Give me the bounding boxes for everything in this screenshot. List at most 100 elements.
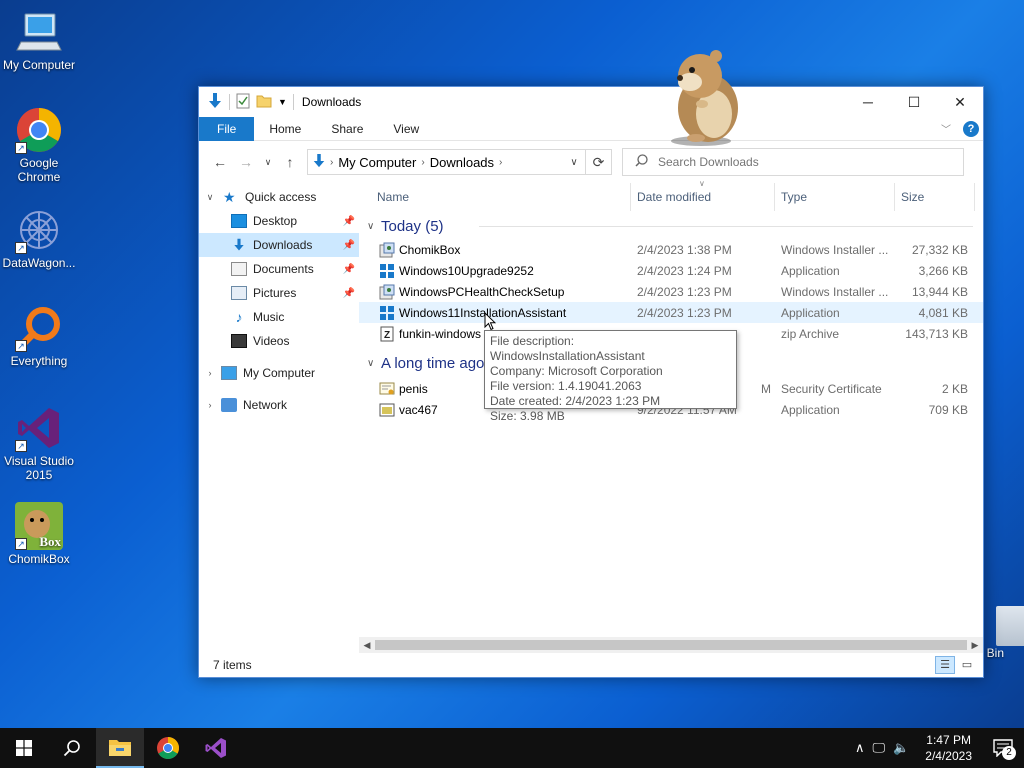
nav-downloads[interactable]: Downloads 📌 — [199, 233, 359, 257]
breadcrumb-separator[interactable]: › — [499, 157, 502, 168]
address-row: ← → ∨ ↑ › My Computer › Downloads › ∨ ⟳ — [199, 141, 983, 183]
collapse-chevron-icon[interactable]: ∨ — [203, 192, 217, 203]
up-button[interactable]: ↑ — [279, 154, 301, 170]
desktop-icon-visual-studio[interactable]: ↗ Visual Studio 2015 — [0, 404, 78, 482]
nav-pictures[interactable]: Pictures 📌 — [199, 281, 359, 305]
file-info-tooltip: File description: WindowsInstallationAss… — [484, 330, 737, 423]
close-button[interactable]: ✕ — [937, 87, 983, 117]
action-center-button[interactable]: 2 — [988, 733, 1018, 763]
back-button[interactable]: ← — [209, 154, 231, 170]
search-button[interactable] — [48, 728, 96, 768]
volume-icon[interactable]: 🔈 — [893, 740, 909, 756]
minimize-button[interactable]: ─ — [845, 87, 891, 117]
file-date: 2/4/2023 1:38 PM — [637, 242, 732, 257]
computer-icon — [221, 366, 237, 380]
file-row[interactable]: WindowsPCHealthCheckSetup 2/4/2023 1:23 … — [359, 281, 983, 302]
expand-ribbon-icon[interactable]: ﹀ — [941, 121, 951, 136]
breadcrumb-separator[interactable]: › — [421, 157, 424, 168]
nav-quick-access[interactable]: ∨ ★ Quick access — [199, 185, 359, 209]
recent-locations-dropdown[interactable]: ∨ — [261, 157, 275, 168]
file-type: zip Archive — [781, 326, 840, 341]
address-dropdown-icon[interactable]: ∨ — [563, 157, 585, 168]
taskbar-visual-studio[interactable] — [192, 728, 240, 768]
horizontal-scrollbar[interactable]: ◀ ▶ — [359, 637, 983, 653]
nav-desktop[interactable]: Desktop 📌 — [199, 209, 359, 233]
nav-label: Network — [243, 398, 288, 412]
show-hidden-icons-chevron-icon[interactable]: ∧ — [855, 740, 865, 756]
pin-icon[interactable]: 📌 — [343, 288, 355, 299]
properties-icon[interactable] — [236, 93, 250, 112]
nav-music[interactable]: ♪ Music — [199, 305, 359, 329]
pin-icon[interactable]: 📌 — [343, 264, 355, 275]
nav-videos[interactable]: Videos — [199, 329, 359, 353]
help-icon[interactable]: ? — [963, 120, 979, 137]
tab-share[interactable]: Share — [316, 117, 378, 141]
item-count: 7 items — [213, 658, 252, 672]
nav-network[interactable]: › Network — [199, 393, 359, 417]
network-icon[interactable]: 🖵 — [873, 740, 886, 756]
expand-chevron-icon[interactable]: › — [203, 400, 217, 410]
desktop-icon-my-computer[interactable]: My Computer — [0, 8, 78, 72]
expand-chevron-icon[interactable]: › — [203, 368, 217, 378]
desktop-icon-everything[interactable]: ↗ Everything — [0, 304, 78, 368]
maximize-button[interactable]: ☐ — [891, 87, 937, 117]
forward-button[interactable]: → — [235, 154, 257, 170]
column-header-name[interactable]: Name — [359, 183, 631, 211]
pin-icon[interactable]: 📌 — [343, 240, 355, 251]
taskbar-file-explorer[interactable] — [96, 728, 144, 768]
desktop-icon-google-chrome[interactable]: ↗ Google Chrome — [0, 106, 78, 184]
nav-my-computer[interactable]: › My Computer — [199, 361, 359, 385]
nav-label: Pictures — [253, 286, 297, 300]
breadcrumb-my-computer[interactable]: My Computer — [338, 155, 416, 170]
datawagon-icon: ↗ — [15, 206, 63, 254]
breadcrumb-downloads[interactable]: Downloads — [430, 155, 494, 170]
music-folder-icon: ♪ — [235, 309, 243, 325]
hamster-desktop-pet-icon[interactable] — [656, 46, 746, 149]
details-view-button[interactable]: ☰ — [935, 656, 955, 674]
zip-archive-icon: Z — [379, 326, 395, 342]
desktop-icon-datawagon[interactable]: ↗ DataWagon... — [0, 206, 78, 270]
file-type: Application — [781, 305, 840, 320]
file-size: 4,081 KB — [918, 305, 968, 320]
file-row[interactable]: ChomikBox 2/4/2023 1:38 PM Windows Insta… — [359, 239, 983, 260]
clock[interactable]: 1:47 PM 2/4/2023 — [917, 732, 980, 764]
large-icons-view-button[interactable]: ▭ — [957, 656, 977, 674]
scrollbar-thumb[interactable] — [375, 640, 967, 650]
search-input[interactable] — [658, 155, 938, 169]
start-button[interactable] — [0, 728, 48, 768]
file-size: 27,332 KB — [911, 242, 968, 257]
address-bar[interactable]: › My Computer › Downloads › ∨ — [307, 149, 586, 175]
scroll-left-arrow-icon[interactable]: ◀ — [359, 640, 375, 651]
scroll-right-arrow-icon[interactable]: ▶ — [967, 640, 983, 651]
refresh-button[interactable]: ⟳ — [586, 149, 612, 175]
notification-count-badge: 2 — [1002, 746, 1016, 760]
windows-logo-icon — [379, 263, 395, 279]
desktop-icon-chomikbox[interactable]: Box ↗ ChomikBox — [0, 502, 78, 566]
installer-icon — [379, 284, 395, 300]
toolbar-separator — [229, 94, 230, 110]
star-icon: ★ — [223, 189, 236, 205]
column-header-type[interactable]: Type — [775, 183, 895, 211]
ribbon-tabs: File Home Share View ﹀ ? — [199, 116, 983, 141]
search-box[interactable] — [622, 148, 964, 176]
collapse-chevron-icon[interactable]: ∨ — [367, 221, 381, 232]
collapse-chevron-icon[interactable]: ∨ — [367, 358, 381, 369]
taskbar-chrome[interactable] — [144, 728, 192, 768]
column-header-size[interactable]: Size — [895, 183, 975, 211]
breadcrumb-separator[interactable]: › — [330, 157, 333, 168]
tab-view[interactable]: View — [378, 117, 434, 141]
file-name: ChomikBox — [399, 242, 461, 257]
nav-label: Downloads — [253, 238, 313, 252]
tab-file[interactable]: File — [199, 116, 255, 141]
group-header-today[interactable]: ∨ Today (5) — [359, 213, 983, 239]
pin-icon[interactable]: 📌 — [343, 216, 355, 227]
search-icon — [635, 154, 648, 170]
nav-documents[interactable]: Documents 📌 — [199, 257, 359, 281]
file-row[interactable]: Windows10Upgrade9252 2/4/2023 1:24 PM Ap… — [359, 260, 983, 281]
tab-home[interactable]: Home — [254, 117, 316, 141]
file-type: Windows Installer ... — [781, 284, 889, 299]
new-folder-icon[interactable] — [256, 94, 272, 111]
title-bar[interactable]: ▼ Downloads ─ ☐ ✕ — [199, 87, 983, 117]
customize-toolbar-icon[interactable]: ▼ — [278, 97, 287, 107]
file-row-hovered[interactable]: Windows11InstallationAssistant 2/4/2023 … — [359, 302, 983, 323]
